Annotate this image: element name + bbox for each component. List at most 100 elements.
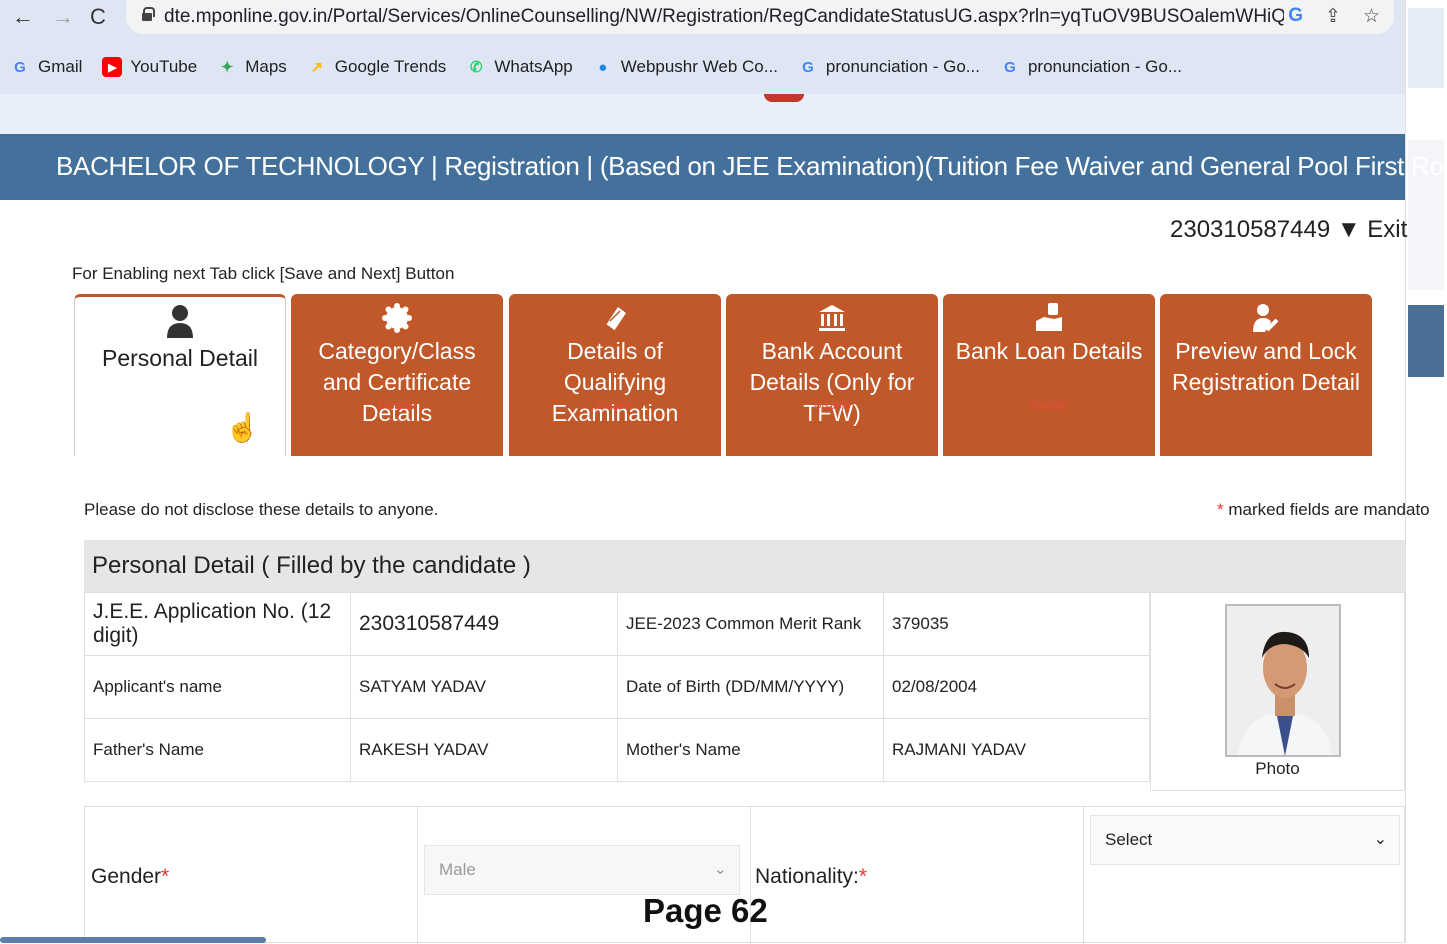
tab-status: Disable — [378, 400, 416, 412]
gender-label: Gender* — [91, 865, 169, 889]
registration-tabs: Personal Detail ☝ Category/Class and Certi… — [72, 294, 1372, 456]
tab-bank-loan-details[interactable]: Bank Loan Details Disable — [943, 294, 1155, 456]
chevron-down-icon: ⌄ — [1373, 831, 1387, 848]
bookmark-label: YouTube — [130, 57, 198, 76]
detail-label: J.E.E. Application No. (12 digit) — [84, 592, 351, 656]
tab-personal-detail[interactable]: Personal Detail ☝ — [74, 294, 286, 456]
whatsapp-icon: ✆ — [470, 59, 483, 76]
site-header-strip — [0, 94, 1405, 134]
bookmark-label: pronunciation - Go... — [825, 57, 980, 76]
user-menu[interactable]: 230310587449 ▼ Exit — [1170, 216, 1407, 244]
tab-status: Disable — [813, 400, 851, 412]
mandatory-note: * marked fields are mandato — [1217, 500, 1430, 520]
google-icon: G — [802, 58, 814, 76]
bookmark-label: Gmail — [38, 57, 83, 76]
adjacent-window-edge — [1405, 0, 1447, 943]
bookmark-label: Webpushr Web Co... — [620, 57, 778, 76]
photo-cell: Photo — [1150, 592, 1405, 791]
forward-icon[interactable]: → — [52, 4, 74, 30]
webpushr-icon: ● — [598, 58, 608, 76]
table-row: Father's Name RAKESH YADAV Mother's Name RA… — [84, 718, 1150, 782]
photo-label: Photo — [1255, 759, 1300, 778]
youtube-icon: ▶ — [102, 57, 123, 77]
bookmark-item[interactable]: G Gmail — [10, 57, 82, 77]
reload-icon[interactable]: C — [90, 4, 106, 30]
url-text[interactable]: dte.mponline.gov.in/Portal/Services/Onli… — [164, 6, 1284, 28]
personal-detail-table: J.E.E. Application No. (12 digit) 2303105… — [84, 592, 1150, 782]
bookmark-item[interactable]: ▶ YouTube — [102, 57, 197, 77]
person-icon — [75, 305, 285, 338]
table-row: J.E.E. Application No. (12 digit) 2303105… — [84, 592, 1150, 656]
browser-toolbar: ← → C dte.mponline.gov.in/Portal/Service… — [0, 0, 1405, 40]
detail-label: Father's Name — [84, 718, 351, 782]
gender-label-text: Gender — [91, 865, 162, 888]
detail-value: 230310587449 — [350, 592, 618, 656]
tab-hint: For Enabling next Tab click [Save and Ne… — [72, 264, 455, 283]
bank-icon — [726, 302, 938, 334]
horizontal-scrollbar[interactable] — [0, 937, 266, 943]
badge-icon — [291, 302, 503, 334]
lock-icon[interactable] — [142, 7, 155, 21]
bookmarks-bar: G Gmail ▶ YouTube ✦ Maps ↗ Google Trends ✆ WhatsA… — [0, 40, 1405, 94]
page-banner: BACHELOR OF TECHNOLOGY | Registration | … — [0, 134, 1447, 200]
bookmark-item[interactable]: ✦ Maps — [217, 57, 287, 77]
tab-preview-and-lock-registration-detail[interactable]: Preview and Lock Registration Detail — [1160, 294, 1372, 456]
nationality-select-value: Select — [1105, 830, 1153, 849]
tab-label: Preview and Lock Registration Detail — [1172, 338, 1360, 395]
nationality-select[interactable]: Select ⌄ — [1090, 815, 1400, 865]
bookmark-item[interactable]: ✆ WhatsApp — [466, 57, 573, 77]
table-row: Applicant's name SATYAM YADAV Date of Birt… — [84, 655, 1150, 719]
google-lens-icon[interactable]: G — [1288, 5, 1303, 28]
detail-value: RAJMANI YADAV — [883, 718, 1150, 782]
application-id-dropdown[interactable]: 230310587449 ▼ — [1170, 216, 1361, 243]
gender-select-value: Male — [439, 860, 476, 879]
google-icon: G — [14, 58, 26, 76]
bookmark-item[interactable]: ↗ Google Trends — [307, 57, 447, 77]
gender-select[interactable]: Male ⌄ — [424, 845, 740, 895]
user-lock-icon — [1160, 302, 1372, 334]
tab-label: Personal Detail — [102, 345, 258, 371]
detail-value: 379035 — [883, 592, 1150, 656]
tab-bank-account-details-only-for-tfw[interactable]: Bank Account Details (Only for TFW) Disab… — [726, 294, 938, 456]
tab-status: Disable — [1030, 400, 1068, 412]
required-star: * — [1217, 500, 1224, 519]
bookmark-label: Google Trends — [334, 57, 447, 76]
tab-label: Category/Class and Certificate Details — [318, 338, 476, 426]
nationality-label-cell: Nationality:* — [751, 807, 1084, 944]
mandatory-note-text: marked fields are mandato — [1228, 500, 1430, 519]
page-title: BACHELOR OF TECHNOLOGY | Registration | … — [56, 151, 1447, 181]
detail-value: 02/08/2004 — [883, 655, 1150, 719]
bookmark-label: Maps — [245, 57, 287, 76]
bookmark-item[interactable]: ● Webpushr Web Co... — [593, 57, 778, 77]
book-icon — [509, 302, 721, 334]
google-icon: G — [1004, 58, 1016, 76]
main-content: 230310587449 ▼ Exit For Enabling next Ta… — [0, 200, 1430, 944]
detail-label: Date of Birth (DD/MM/YYYY) — [617, 655, 884, 719]
tab-label: Bank Account Details (Only for TFW) — [749, 338, 915, 426]
chevron-down-icon: ⌄ — [713, 861, 727, 878]
share-icon[interactable]: ⇪ — [1325, 5, 1341, 28]
maps-icon: ✦ — [220, 59, 234, 76]
nationality-select-cell: Select ⌄ — [1084, 807, 1404, 944]
required-star: * — [858, 865, 868, 888]
adjacent-window-block — [1408, 8, 1444, 88]
bookmark-item[interactable]: Gpronunciation - Go... — [1000, 57, 1182, 77]
detail-value: SATYAM YADAV — [350, 655, 618, 719]
tab-label: Bank Loan Details — [955, 338, 1143, 364]
tab-category-class-and-certificate-details[interactable]: Category/Class and Certificate Details Di… — [291, 294, 503, 456]
detail-label: JEE-2023 Common Merit Rank — [617, 592, 884, 656]
address-bar[interactable]: dte.mponline.gov.in/Portal/Services/Onli… — [126, 0, 1394, 34]
exit-link[interactable]: Exit — [1367, 216, 1407, 243]
nationality-label: Nationality:* — [755, 865, 867, 889]
bookmark-item[interactable]: Gpronunciation - Go... — [798, 57, 980, 77]
bookmark-star-icon[interactable]: ☆ — [1363, 5, 1380, 28]
detail-label: Applicant's name — [84, 655, 351, 719]
detail-label: Mother's Name — [617, 718, 884, 782]
back-icon[interactable]: ← — [12, 4, 34, 30]
section-title: Personal Detail ( Filled by the candidat… — [84, 540, 1405, 592]
adjacent-window-block — [1408, 305, 1444, 377]
page-number: Page 62 — [643, 892, 768, 929]
tab-details-of-qualifying-examination[interactable]: Details of Qualifying Examination Disable — [509, 294, 721, 456]
nationality-label-text: Nationality: — [755, 865, 859, 888]
trends-icon: ↗ — [310, 59, 324, 76]
